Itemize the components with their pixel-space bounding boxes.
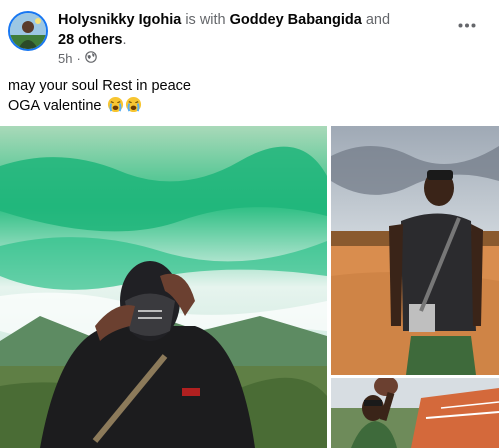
caption-line-1: may your soul Rest in peace	[8, 78, 191, 94]
post-header: Holysnikky Igohia is with Goddey Babangi…	[0, 0, 499, 72]
crying-face-icon	[107, 96, 124, 119]
waving-man-photo[interactable]	[331, 378, 499, 448]
caption-line-2-text: OGA valentine	[8, 98, 102, 114]
more-options-button[interactable]	[453, 14, 481, 36]
author-avatar[interactable]	[8, 11, 48, 51]
standing-man-photo[interactable]	[331, 126, 499, 375]
more-dots-icon	[458, 23, 476, 27]
post-time[interactable]: 5h	[58, 51, 72, 66]
others-link[interactable]: 28 others	[58, 32, 122, 48]
post-caption: may your soul Rest in peace OGA valentin…	[8, 76, 191, 119]
globe-icon[interactable]	[85, 51, 97, 66]
meta-separator: ·	[76, 51, 81, 66]
author-name[interactable]: Holysnikky Igohia	[58, 12, 181, 28]
and-text: and	[365, 12, 391, 28]
tagged-person[interactable]: Goddey Babangida	[230, 12, 362, 28]
with-text: is with	[185, 12, 226, 28]
period: .	[122, 32, 127, 48]
crying-face-icon	[125, 96, 142, 119]
caption-line-2: OGA valentine	[8, 96, 191, 119]
masked-man-photo[interactable]	[0, 126, 327, 448]
post-header-text: Holysnikky Igohia is with Goddey Babangi…	[58, 10, 438, 50]
post-meta: 5h ·	[58, 51, 97, 66]
